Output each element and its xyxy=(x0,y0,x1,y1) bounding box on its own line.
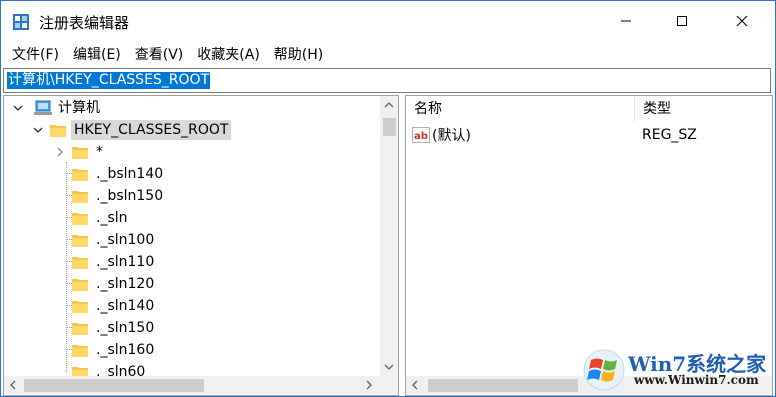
tree-node-label: ._sln160 xyxy=(96,342,155,358)
tree-node-label: ._sln100 xyxy=(96,232,155,248)
tree-node-label: ._sln140 xyxy=(96,298,155,314)
tree-horizontal-scrollbar[interactable] xyxy=(4,376,380,394)
scroll-up-button[interactable] xyxy=(380,96,398,114)
value-name: (默认) xyxy=(432,128,471,144)
menu-edit[interactable]: 编辑(E) xyxy=(66,44,128,66)
folder-icon xyxy=(50,124,66,137)
folder-icon xyxy=(72,146,88,159)
tree-node-key[interactable]: * xyxy=(54,141,106,163)
close-icon xyxy=(736,15,748,27)
tree-node-key[interactable]: ._sln150 xyxy=(72,317,157,339)
chevron-down-icon[interactable] xyxy=(32,124,44,136)
tree-node-key[interactable]: ._sln110 xyxy=(72,251,157,273)
minimize-icon xyxy=(621,20,631,22)
menu-favorites[interactable]: 收藏夹(A) xyxy=(190,44,267,66)
tree-node-label: ._bsln140 xyxy=(96,166,164,182)
tree-vertical-scrollbar[interactable] xyxy=(380,96,398,376)
tree-node-label: ._sln110 xyxy=(96,254,155,270)
chevron-up-icon xyxy=(384,102,394,108)
folder-icon xyxy=(72,234,88,247)
column-header-name[interactable]: 名称 xyxy=(406,96,634,122)
tree-node-label: ._bsln150 xyxy=(96,188,164,204)
folder-icon xyxy=(72,344,88,357)
address-bar[interactable]: 计算机\HKEY_CLASSES_ROOT xyxy=(3,68,771,93)
tree-node-label: 计算机 xyxy=(58,100,100,116)
tree-node-key[interactable]: ._sln xyxy=(72,207,131,229)
tree-node-key[interactable]: ._sln100 xyxy=(72,229,157,251)
tree-node-hkey-classes-root[interactable]: HKEY_CLASSES_ROOT xyxy=(32,119,232,141)
chevron-down-icon[interactable] xyxy=(12,102,24,114)
folder-icon xyxy=(72,256,88,269)
scroll-left-button[interactable] xyxy=(406,376,424,394)
folder-icon xyxy=(72,190,88,203)
value-type: REG_SZ xyxy=(642,127,697,143)
tree-node-key[interactable]: ._bsln150 xyxy=(72,185,166,207)
tree-node-label: ._sln120 xyxy=(96,276,155,292)
tree-node-label: HKEY_CLASSES_ROOT xyxy=(71,120,232,140)
scroll-right-button[interactable] xyxy=(360,376,378,394)
tree-node-computer[interactable]: 计算机 xyxy=(12,97,103,119)
registry-editor-window: 注册表编辑器 文件(F) 编辑(E) 查看(V) 收藏夹(A) 帮助(H) 计算… xyxy=(0,0,776,397)
tree-node-key[interactable]: ._bsln140 xyxy=(72,163,166,185)
tree-node-label: ._sln150 xyxy=(96,320,155,336)
computer-icon xyxy=(34,100,52,115)
tree-connector xyxy=(66,162,67,372)
tree-node-key[interactable]: ._sln140 xyxy=(72,295,157,317)
chevron-right-icon xyxy=(366,380,372,390)
folder-icon xyxy=(72,278,88,291)
scroll-thumb[interactable] xyxy=(24,379,204,392)
string-value-icon: ab xyxy=(412,127,430,143)
svg-text:ab: ab xyxy=(414,131,428,142)
folder-icon xyxy=(72,168,88,181)
scroll-down-button[interactable] xyxy=(380,358,398,376)
value-row[interactable]: ab (默认) xyxy=(406,124,471,146)
scroll-left-button[interactable] xyxy=(4,376,22,394)
key-tree-pane[interactable]: 计算机 HKEY_CLASSES_ROOT * ._bsln140 ._bsln… xyxy=(3,95,399,396)
address-path[interactable]: 计算机\HKEY_CLASSES_ROOT xyxy=(7,72,211,89)
menu-file[interactable]: 文件(F) xyxy=(5,44,66,66)
menu-bar: 文件(F) 编辑(E) 查看(V) 收藏夹(A) 帮助(H) xyxy=(1,43,775,67)
maximize-button[interactable] xyxy=(659,1,705,41)
chevron-right-icon[interactable] xyxy=(54,146,66,158)
value-type-cell: REG_SZ xyxy=(642,124,697,146)
watermark-url: www.Winwin7.com xyxy=(634,373,759,387)
scroll-thumb[interactable] xyxy=(383,118,396,136)
scroll-thumb[interactable] xyxy=(428,379,578,392)
menu-view[interactable]: 查看(V) xyxy=(128,44,191,66)
registry-editor-icon xyxy=(13,14,29,30)
chevron-left-icon xyxy=(10,380,16,390)
tree-node-key[interactable]: ._sln120 xyxy=(72,273,157,295)
maximize-icon xyxy=(677,16,687,26)
folder-icon xyxy=(72,212,88,225)
column-header-type[interactable]: 类型 xyxy=(635,96,772,122)
folder-icon xyxy=(72,300,88,313)
chevron-left-icon xyxy=(412,380,418,390)
close-button[interactable] xyxy=(719,1,765,41)
chevron-down-icon xyxy=(384,364,394,370)
tree-node-label: ._sln xyxy=(96,210,128,226)
scrollbar-corner xyxy=(380,376,398,394)
windows-logo-icon xyxy=(583,349,625,391)
site-watermark: Win7系统之家 www.Winwin7.com xyxy=(582,345,774,395)
minimize-button[interactable] xyxy=(603,1,649,41)
tree-node-key[interactable]: ._sln160 xyxy=(72,339,157,361)
folder-icon xyxy=(72,322,88,335)
tree-node-label: * xyxy=(96,144,103,160)
title-bar[interactable]: 注册表编辑器 xyxy=(1,1,775,41)
window-title: 注册表编辑器 xyxy=(39,14,130,32)
menu-help[interactable]: 帮助(H) xyxy=(267,44,330,66)
